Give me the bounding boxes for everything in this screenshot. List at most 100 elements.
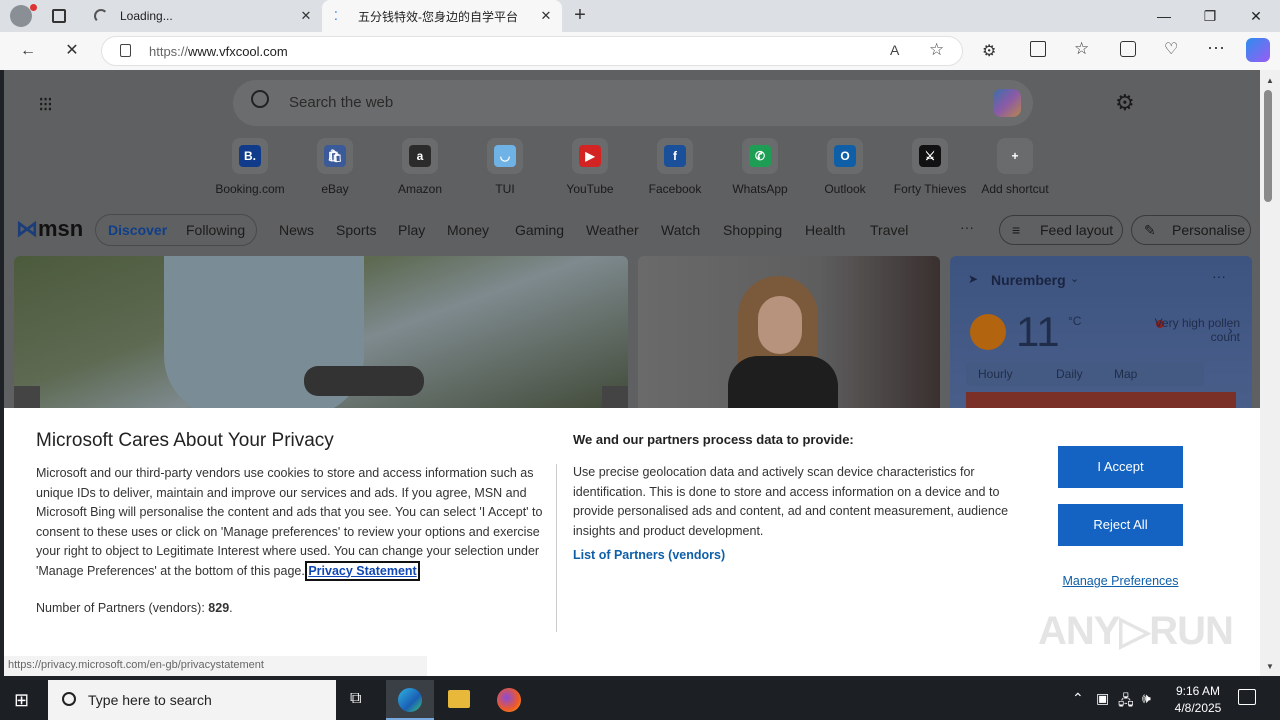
nav-gaming[interactable]: Gaming xyxy=(515,222,564,238)
tray-chevron-icon[interactable]: ⌃ xyxy=(1072,690,1084,707)
accept-button[interactable]: I Accept xyxy=(1058,446,1183,488)
tab-map[interactable]: Map xyxy=(1114,367,1137,381)
back-icon[interactable]: ← xyxy=(14,38,42,64)
manage-preferences-link[interactable]: Manage Preferences xyxy=(1058,574,1183,588)
feed-layout-button[interactable]: ≡ Feed layout xyxy=(999,215,1123,245)
minimize-button[interactable]: — xyxy=(1141,0,1187,32)
weather-next-icon[interactable]: › xyxy=(1228,322,1233,338)
copilot-search-icon[interactable] xyxy=(993,89,1021,117)
firefox-icon[interactable] xyxy=(497,688,521,712)
lock-icon xyxy=(120,44,131,57)
partners-list-link[interactable]: List of Partners (vendors) xyxy=(573,548,725,562)
page-settings-gear-icon[interactable]: ⚙ xyxy=(1115,90,1135,116)
shortcut-glyph-icon: f xyxy=(664,145,686,167)
stop-loading-icon[interactable]: ✕ xyxy=(58,38,86,64)
shortcut-label: eBay xyxy=(321,182,349,196)
profile-icon[interactable] xyxy=(10,4,37,27)
scroll-up-icon[interactable]: ▲ xyxy=(1266,76,1274,85)
address-bar[interactable]: https://www.vfxcool.com A ☆ xyxy=(101,36,963,66)
taskbar-clock[interactable]: 9:16 AM 4/8/2025 xyxy=(1172,683,1224,717)
url-text[interactable]: https://www.vfxcool.com xyxy=(149,44,288,59)
weather-more-icon[interactable]: ··· xyxy=(1212,268,1226,284)
shortcut-facebook[interactable]: f Facebook xyxy=(632,138,718,196)
city-dropdown-icon[interactable]: ⌄ xyxy=(1070,272,1079,285)
weather-city[interactable]: Nuremberg xyxy=(991,272,1066,288)
shortcut-amazon[interactable]: a Amazon xyxy=(377,138,463,196)
shortcut-glyph-icon: ✆ xyxy=(749,145,771,167)
nav-play[interactable]: Play xyxy=(398,222,425,238)
tab-actions-icon[interactable] xyxy=(52,9,66,23)
search-placeholder: Search the web xyxy=(289,94,394,111)
nav-shopping[interactable]: Shopping xyxy=(723,222,782,238)
reject-all-button[interactable]: Reject All xyxy=(1058,504,1183,546)
weather-card[interactable]: ➤ Nuremberg ⌄ ··· 11 °C Very high pollen… xyxy=(950,256,1252,416)
nav-watch[interactable]: Watch xyxy=(661,222,700,238)
watermark-logo: ANY▷RUN xyxy=(1038,609,1234,653)
shortcut-whatsapp[interactable]: ✆ WhatsApp xyxy=(717,138,803,196)
pollen-alert[interactable]: Very high pollen count xyxy=(1150,316,1240,344)
personalise-button[interactable]: ✎ Personalise xyxy=(1131,215,1251,245)
apps-grid-icon[interactable]: ⁝⁝⁝ xyxy=(38,92,53,117)
close-tab-icon[interactable]: ✕ xyxy=(298,8,314,24)
browser-essentials-icon[interactable]: ♡ xyxy=(1164,39,1178,59)
scrollbar-thumb[interactable] xyxy=(1264,90,1272,202)
volume-icon[interactable]: 🕪 xyxy=(1142,690,1151,707)
tab-loading[interactable]: Loading... ✕ xyxy=(84,0,322,32)
favorite-star-icon[interactable]: ☆ xyxy=(929,40,944,60)
restore-button[interactable]: ❐ xyxy=(1187,0,1233,32)
scroll-down-icon[interactable]: ▼ xyxy=(1266,662,1274,671)
tab-discover[interactable]: Discover xyxy=(108,222,167,238)
nav-news[interactable]: News xyxy=(279,222,314,238)
favorites-icon[interactable]: ☆ xyxy=(1074,39,1089,59)
tab-following[interactable]: Following xyxy=(186,222,245,238)
nav-weather[interactable]: Weather xyxy=(586,222,639,238)
shortcut-add-shortcut[interactable]: + Add shortcut xyxy=(972,138,1058,196)
shortcut-label: Booking.com xyxy=(215,182,285,196)
shortcut-glyph-icon: 🛍 xyxy=(324,145,346,167)
msn-logo[interactable]: ⋈msn xyxy=(16,216,83,242)
edge-taskbar-icon[interactable] xyxy=(386,680,434,720)
task-view-icon[interactable]: ⧉ xyxy=(350,690,361,708)
date: 4/8/2025 xyxy=(1174,701,1222,715)
nav-money[interactable]: Money xyxy=(447,222,489,238)
more-nav-icon[interactable]: ··· xyxy=(960,219,974,235)
tab-daily[interactable]: Daily xyxy=(1056,367,1083,381)
weather-tabs: Hourly Daily Map xyxy=(966,362,1204,386)
network-icon[interactable]: 🖧 xyxy=(1118,690,1134,714)
extensions-icon[interactable]: ⚙ xyxy=(982,41,996,61)
tray-device-icon[interactable]: ▣ xyxy=(1096,690,1109,707)
nav-health[interactable]: Health xyxy=(805,222,845,238)
temp-unit: °C xyxy=(1068,314,1082,328)
sun-icon xyxy=(970,314,1006,350)
shortcut-tile: a xyxy=(402,138,438,174)
shortcut-ebay[interactable]: 🛍 eBay xyxy=(292,138,378,196)
copilot-icon[interactable] xyxy=(1246,38,1270,62)
tab-hourly[interactable]: Hourly xyxy=(978,367,1013,381)
shortcut-tui[interactable]: ◡ TUI xyxy=(462,138,548,196)
notifications-icon[interactable] xyxy=(1238,689,1256,705)
shortcut-label: Add shortcut xyxy=(981,182,1049,196)
shortcut-label: Forty Thieves xyxy=(893,182,967,196)
shortcut-outlook[interactable]: O Outlook xyxy=(802,138,888,196)
split-screen-icon[interactable] xyxy=(1030,41,1046,57)
web-search-box[interactable]: Search the web xyxy=(233,80,1033,126)
news-card-portrait[interactable] xyxy=(638,256,940,416)
taskbar-search-box[interactable]: Type here to search xyxy=(48,680,336,720)
close-window-button[interactable]: ✕ xyxy=(1233,0,1279,32)
collections-icon[interactable] xyxy=(1120,41,1136,57)
privacy-statement-link[interactable]: Privacy Statement xyxy=(305,560,420,581)
close-tab-icon[interactable]: ✕ xyxy=(538,8,554,24)
shortcut-booking-com[interactable]: B. Booking.com xyxy=(207,138,293,196)
nav-travel[interactable]: Travel xyxy=(870,222,908,238)
windows-start-icon[interactable]: ⊞ xyxy=(14,690,29,711)
privacy-title: Microsoft Cares About Your Privacy xyxy=(36,430,334,451)
new-tab-button[interactable]: + xyxy=(568,4,592,28)
nav-sports[interactable]: Sports xyxy=(336,222,376,238)
shortcut-youtube[interactable]: ▶ YouTube xyxy=(547,138,633,196)
news-card-hero[interactable] xyxy=(14,256,628,416)
shortcut-forty-thieves[interactable]: ⚔ Forty Thieves xyxy=(887,138,973,196)
read-aloud-icon[interactable]: A xyxy=(890,42,899,58)
file-explorer-icon[interactable] xyxy=(448,690,470,708)
settings-more-icon[interactable]: ··· xyxy=(1207,37,1225,58)
tab-vfxcool[interactable]: ⁚ 五分钱特效-您身边的自学平台 ✕ xyxy=(322,0,562,32)
